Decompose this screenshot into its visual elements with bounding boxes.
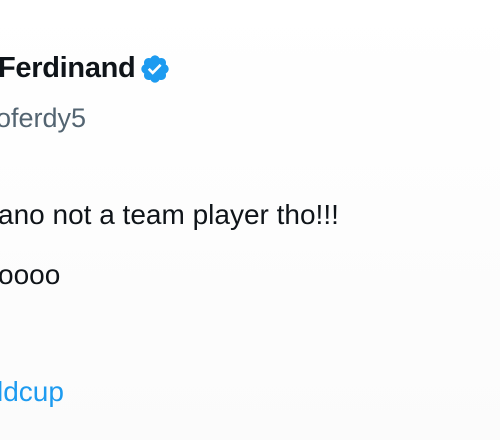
author-row: Ferdinand [0, 52, 171, 85]
tweet-text-line: oooo [0, 259, 61, 290]
tweet-card: Ferdinand oferdy5 ano not a team player … [0, 0, 500, 440]
verified-badge-icon [139, 53, 171, 85]
hashtag-link[interactable]: ldcup [0, 376, 64, 408]
author-name[interactable]: Ferdinand [0, 52, 136, 85]
author-handle[interactable]: oferdy5 [0, 103, 86, 134]
tweet-text-line: ano not a team player tho!!! [0, 199, 339, 230]
